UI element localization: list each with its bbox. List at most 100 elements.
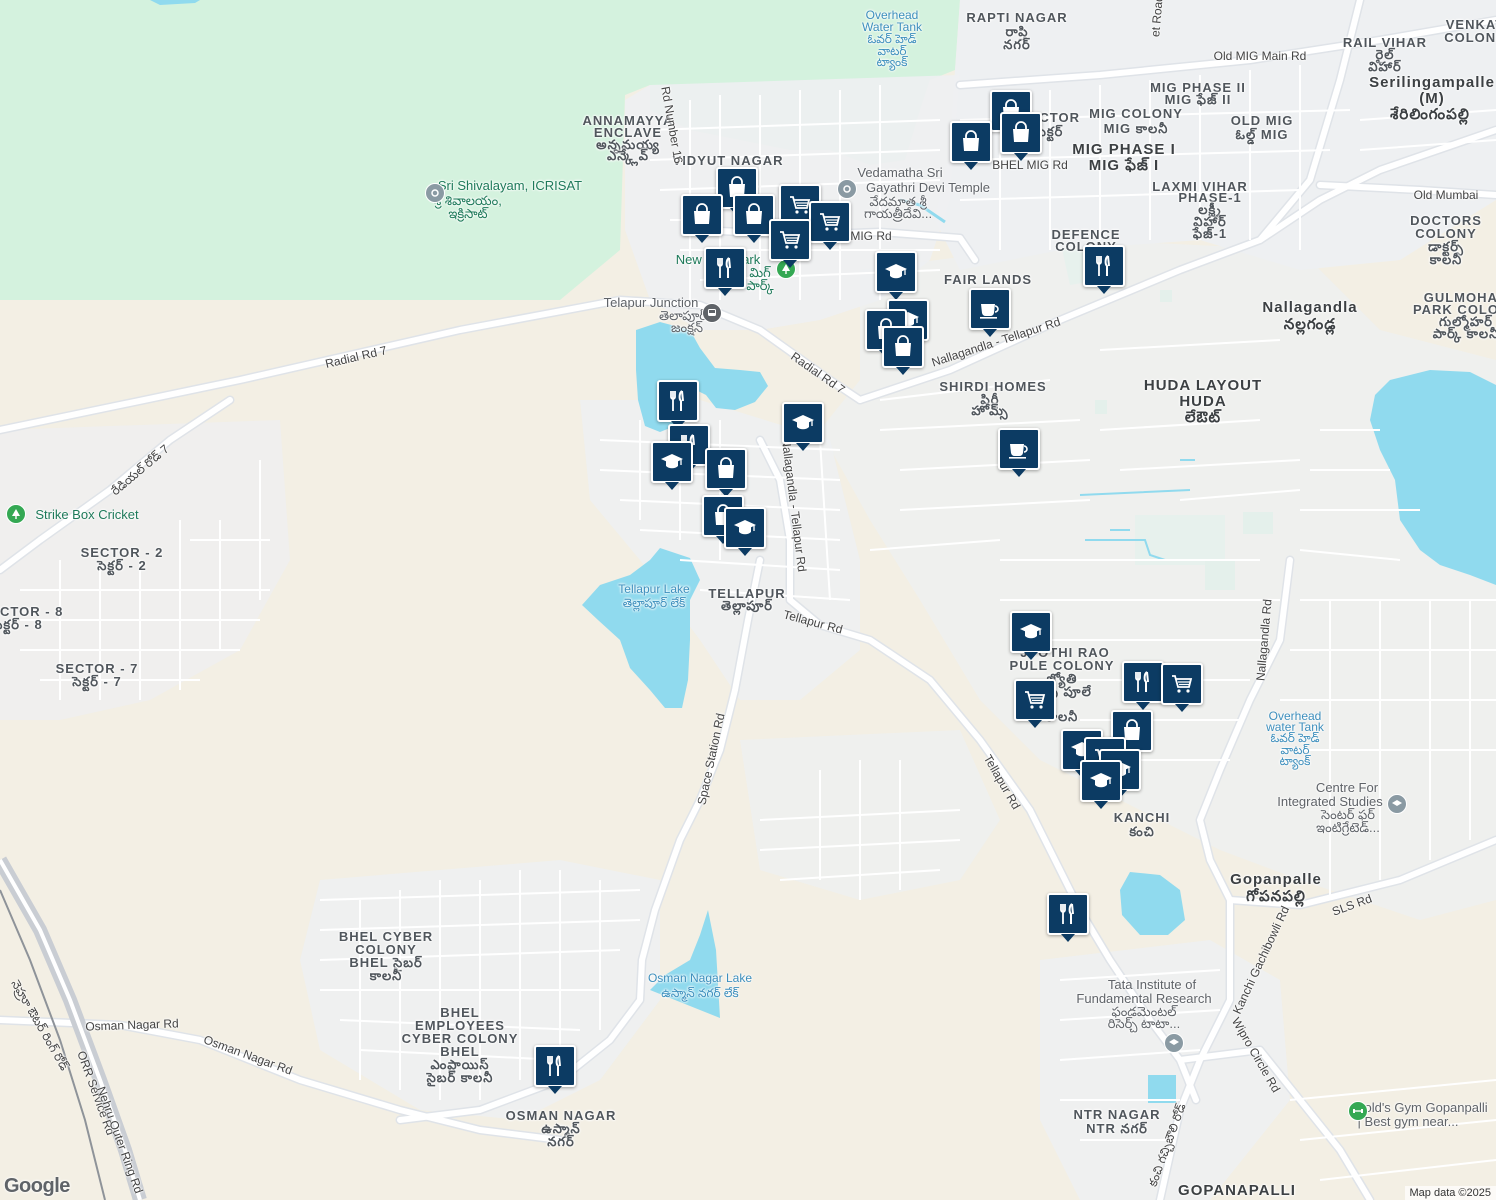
map-label: ట్యాంక్ [1279, 754, 1311, 768]
map-label: గోపనపల్లి [1246, 888, 1306, 905]
map-label: తెల్లాపూర్ లేక్ [622, 596, 686, 610]
map-label: HUDA LAYOUT [1143, 377, 1263, 394]
marker-cafe[interactable] [998, 428, 1040, 477]
restaurant-icon [713, 256, 737, 280]
map-label: నల్లగండ్ల [1283, 316, 1337, 333]
marker-shopping[interactable] [882, 326, 924, 375]
map-label: NTR NAGAR [1073, 1107, 1161, 1122]
marker-grocery[interactable] [809, 201, 851, 250]
map-label: OLD MIG [1230, 113, 1294, 128]
shopping-cart-icon [1023, 688, 1047, 712]
map-label: MIG Rd [850, 229, 892, 243]
park-area [0, 0, 650, 300]
graduation-cap-icon [1089, 769, 1113, 793]
graduation-cap-icon [791, 411, 815, 435]
map-label: Gopanpalle [1230, 871, 1322, 888]
map-label: ట్యాంక్ [876, 55, 908, 69]
water-body [1148, 1075, 1176, 1103]
temple-icon[interactable] [425, 183, 445, 203]
marker-grocery[interactable] [1014, 679, 1056, 728]
map-label: ఫేజ్-1 [1192, 226, 1228, 241]
map-label: MIG ఫేజ్ I [1088, 157, 1160, 174]
marker-shopping[interactable] [950, 121, 992, 170]
school-icon[interactable] [1387, 794, 1407, 814]
map-label: రిసెర్చ్ టాటా... [1107, 1016, 1181, 1031]
park-icon[interactable] [6, 504, 26, 524]
marker-education[interactable] [1080, 760, 1122, 809]
map-label: కాలనీ [1429, 252, 1463, 267]
shopping-bag-icon [891, 335, 915, 359]
map-label: (M) [1419, 90, 1445, 107]
marker-restaurant[interactable] [704, 247, 746, 296]
map-label: శేరిలింగంపల్లి [1390, 106, 1470, 123]
map-label: RAPTI NAGAR [966, 10, 1068, 25]
map-label: హోమ్స్ [971, 403, 1009, 418]
marker-restaurant[interactable] [1083, 245, 1125, 294]
map-label: BHEL MIG Rd [992, 158, 1068, 172]
map-canvas[interactable]: RAPTI NAGAR రాప్తి నగర్ Overhead Water Tank ఓ… [0, 0, 1496, 1200]
marker-restaurant[interactable] [1122, 661, 1164, 710]
shopping-bag-icon [1009, 121, 1033, 145]
map-label: Gayathri Devi Temple [865, 180, 991, 195]
coffee-cup-icon [1007, 437, 1031, 461]
restaurant-icon [666, 389, 690, 413]
restaurant-icon [1056, 902, 1080, 926]
marker-education[interactable] [875, 251, 917, 300]
marker-restaurant[interactable] [534, 1045, 576, 1094]
marker-restaurant[interactable] [657, 380, 699, 429]
marker-education[interactable] [1010, 611, 1052, 660]
map-label: COLONY [1444, 30, 1496, 45]
gym-icon[interactable] [1348, 1101, 1368, 1121]
marker-education[interactable] [782, 402, 824, 451]
map-label: Tata Institute of [1107, 977, 1197, 992]
map-label: కాలనీ [369, 968, 403, 983]
google-logo: Google [4, 1175, 70, 1197]
shopping-cart-icon [1170, 672, 1194, 696]
marker-grocery[interactable] [1161, 663, 1203, 712]
map-label: ఇక్రిసాట్ [448, 206, 488, 221]
shopping-bag-icon [742, 203, 766, 227]
map-label: | Best gym near... [1357, 1114, 1459, 1129]
marker-education[interactable] [724, 507, 766, 556]
school-icon[interactable] [1164, 1033, 1184, 1053]
map-label: సైబర్ కాలనీ [426, 1070, 494, 1085]
map-label: నగర్ [1003, 37, 1031, 52]
bus-stop-icon[interactable] [702, 303, 722, 323]
map-label: కంచి [1129, 824, 1155, 839]
map-label: నగర్ [547, 1134, 575, 1149]
marker-grocery[interactable] [769, 219, 811, 268]
temple-icon[interactable] [837, 179, 857, 199]
map-label: Tellapur Lake [618, 582, 690, 596]
water-body [1120, 872, 1185, 935]
restaurant-icon [1092, 254, 1116, 278]
map-label: Old MIG Main Rd [1213, 49, 1307, 63]
marker-restaurant[interactable] [1047, 893, 1089, 942]
map-attribution[interactable]: Map data ©2025 [1404, 1186, 1496, 1200]
marker-cafe[interactable] [969, 288, 1011, 337]
marker-shopping[interactable] [1000, 112, 1042, 161]
map-label: Serilingampalle [1369, 74, 1495, 91]
map-label: ఓల్డ్ MIG [1235, 127, 1289, 142]
map-label: తెల్లాపూర్ [720, 598, 774, 613]
water-body [582, 548, 700, 708]
map-label: KANCHI [1113, 810, 1171, 825]
map-label: Vedamatha Sri [857, 165, 943, 180]
marker-shopping[interactable] [705, 448, 747, 497]
marker-education[interactable] [651, 441, 693, 490]
map-label: Strike Box Cricket [35, 507, 139, 522]
map-label: Sri Shivalayam, ICRISAT [437, 178, 583, 193]
map-label: ఎన్క్లేవ్ [606, 148, 650, 163]
map-label: విహార్ [1368, 59, 1402, 74]
map-label: సెక్టర్ - 2 [97, 558, 147, 573]
map-label: ఇంటిగ్రేటెడ్... [1316, 820, 1380, 835]
shopping-bag-icon [714, 457, 738, 481]
map-label: Gold's Gym Gopanpalli [1354, 1100, 1488, 1115]
map-label: పార్క్ కాలనీ [1432, 326, 1496, 341]
map-label: NTR నగర్ [1086, 1121, 1148, 1136]
shopping-cart-icon [778, 228, 802, 252]
map-label: MIG PHASE I [1072, 141, 1176, 158]
map-label: పార్క్ [746, 278, 774, 293]
graduation-cap-icon [660, 450, 684, 474]
map-label: MIG కాలనీ [1103, 121, 1169, 136]
marker-shopping[interactable] [681, 194, 723, 243]
